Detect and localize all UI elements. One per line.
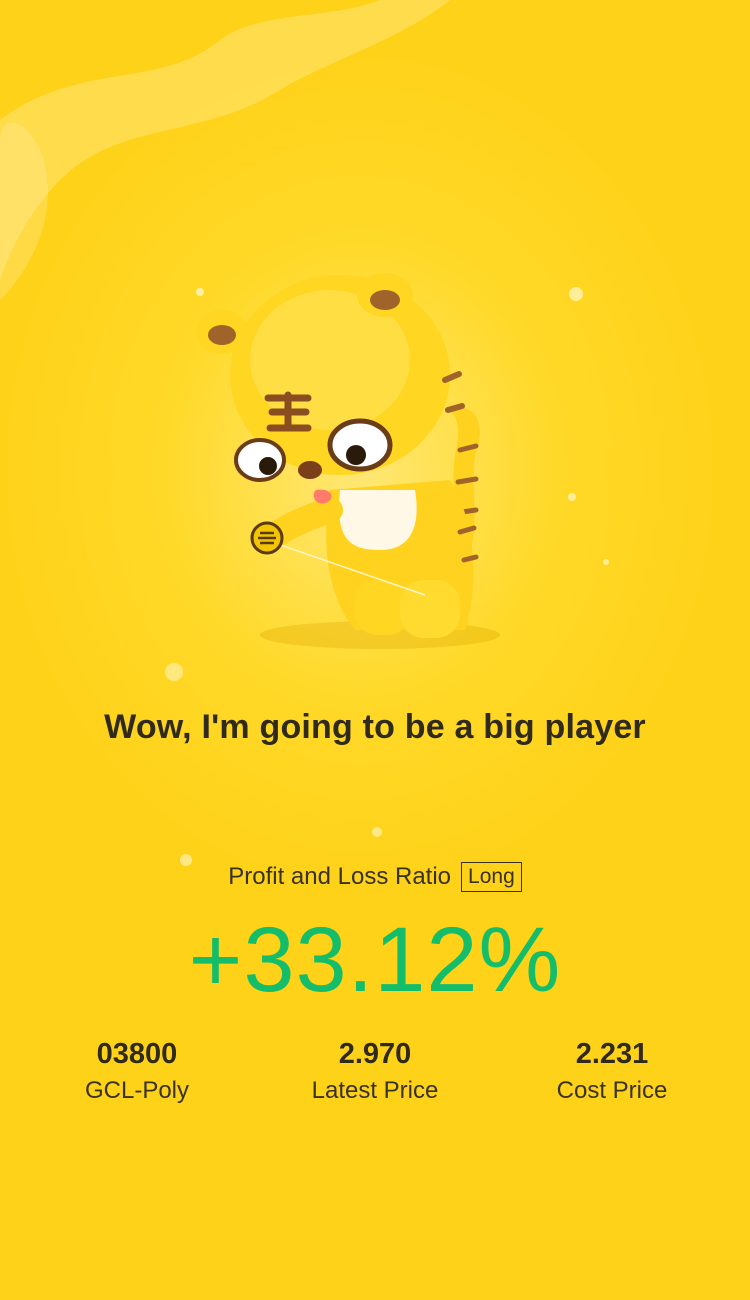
stock-code: 03800	[96, 1038, 178, 1070]
position-badge: Long	[461, 862, 522, 892]
ratio-label: Profit and Loss Ratio	[228, 863, 452, 890]
tiger-mascot-icon	[196, 273, 500, 649]
profit-loss-ratio-row: Profit and Loss Ratio Long	[0, 862, 750, 892]
latest-price-stat: 2.970 Latest Price	[265, 1038, 485, 1105]
headline: Wow, I'm going to be a big player	[104, 708, 646, 746]
stock-name: GCL-Poly	[84, 1077, 190, 1104]
cost-price-value: 2.231	[575, 1038, 649, 1070]
latest-price-label: Latest Price	[311, 1077, 439, 1104]
cost-price-stat: 2.231 Cost Price	[502, 1038, 722, 1105]
cost-price-label: Cost Price	[556, 1077, 668, 1104]
ratio-value: +33.12%	[188, 909, 562, 1011]
stock-code-stat: 03800 GCL-Poly	[27, 1038, 247, 1105]
latest-price-value: 2.970	[338, 1038, 412, 1070]
stats-row: 03800 GCL-Poly 2.970 Latest Price 2.231 …	[0, 1038, 750, 1128]
